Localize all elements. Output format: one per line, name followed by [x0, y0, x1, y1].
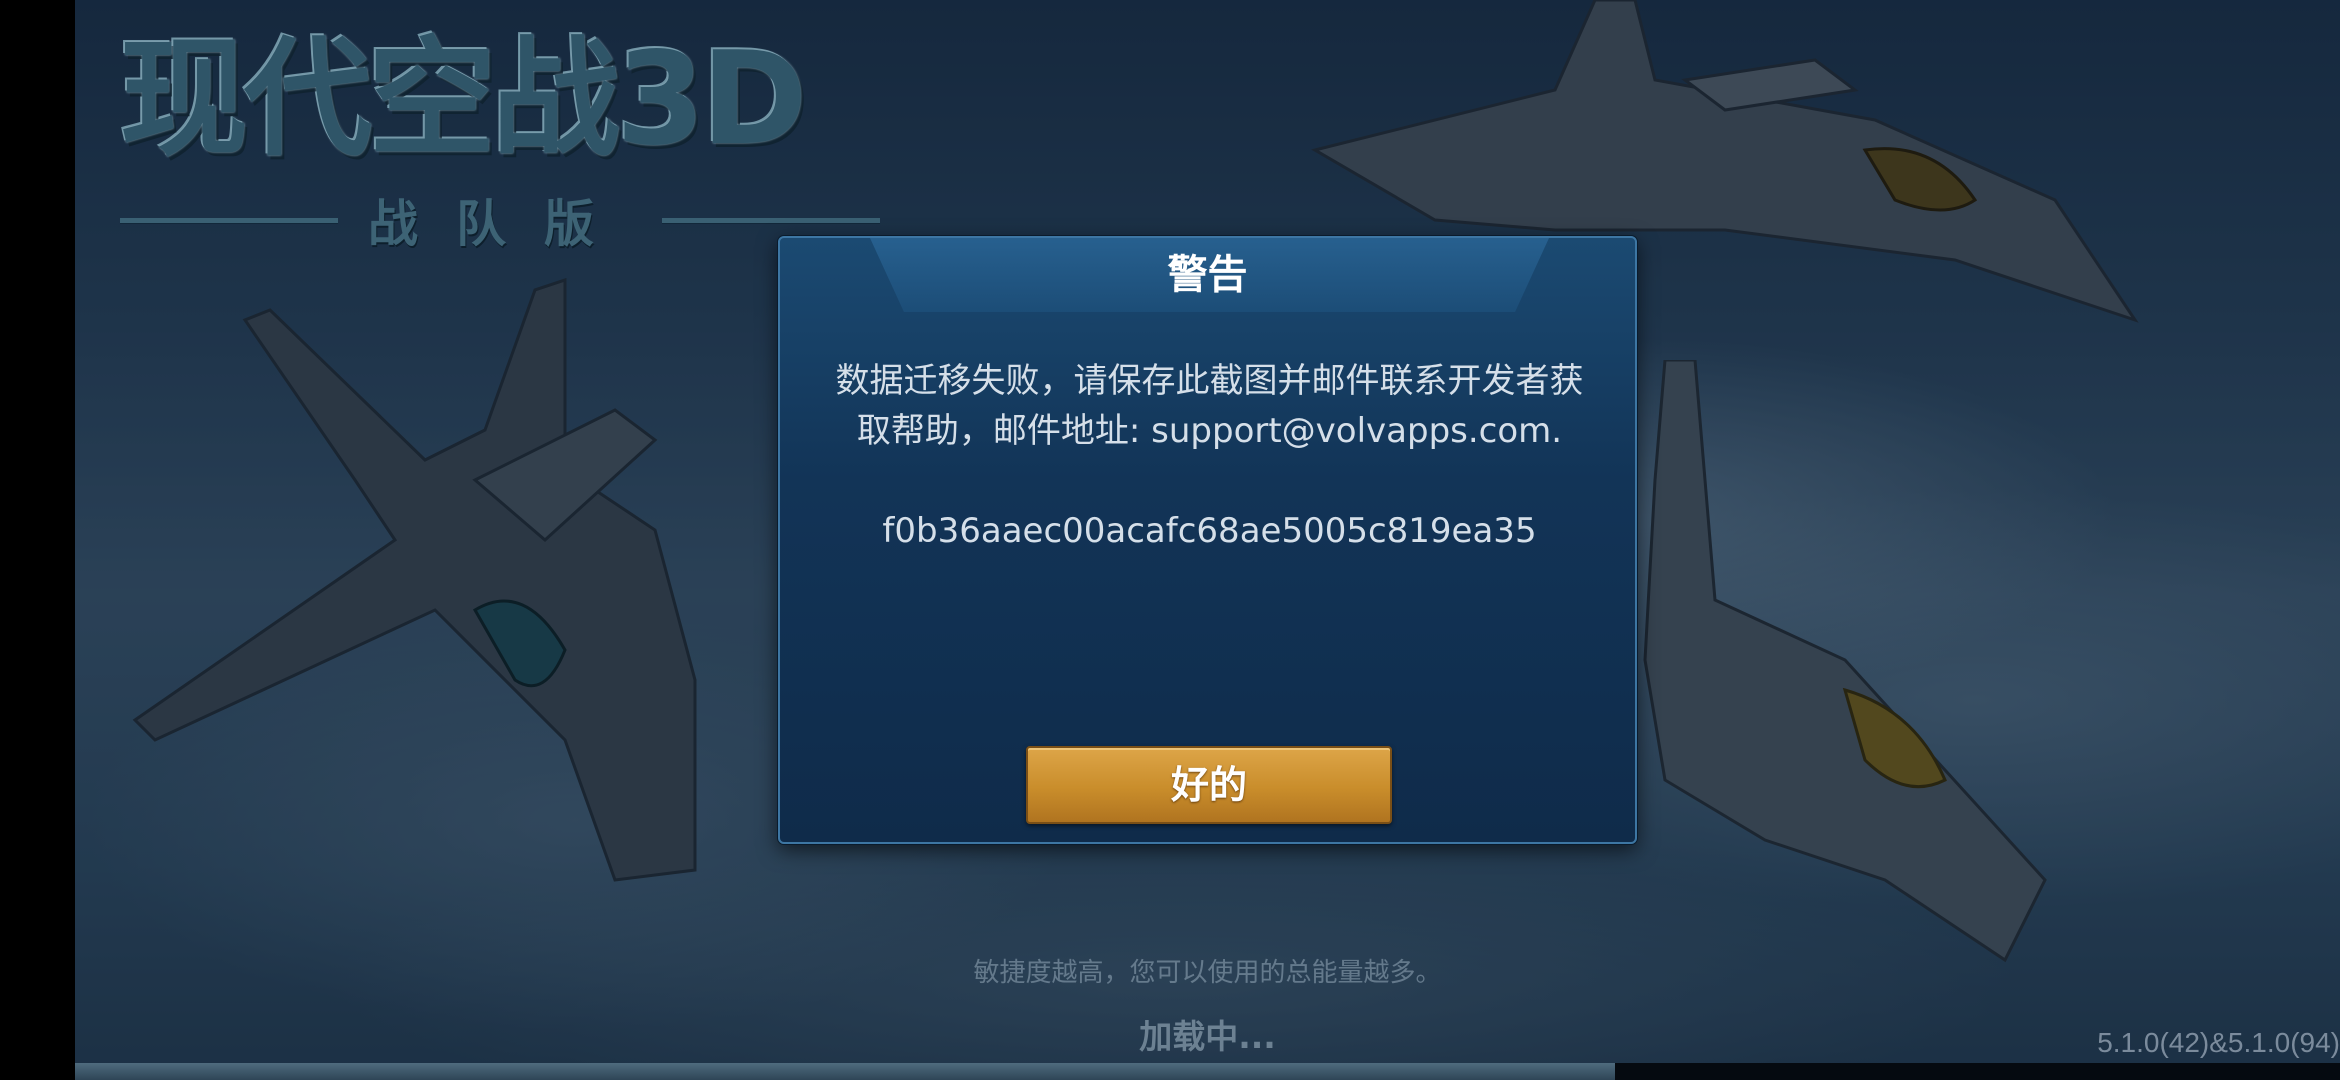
logo-divider-right — [662, 217, 880, 223]
ok-button[interactable]: 好的 — [1026, 746, 1392, 824]
loading-progress-bar — [75, 1063, 2340, 1080]
game-logo-subtitle-row: 战队版 — [120, 190, 880, 253]
warning-dialog: 警告 数据迁移失败，请保存此截图并邮件联系开发者获取帮助，邮件地址: suppo… — [778, 236, 1637, 844]
logo-divider-left — [120, 217, 338, 223]
game-logo-title: 现代空战3D — [120, 25, 807, 174]
screen-left-bezel — [0, 0, 75, 1080]
loading-progress-fill — [75, 1063, 1616, 1080]
dialog-message: 数据迁移失败，请保存此截图并邮件联系开发者获取帮助，邮件地址: support@… — [835, 361, 1584, 451]
loading-status-text: 加载中... — [1139, 1017, 1276, 1056]
error-code-text: f0b36aaec00acafc68ae5005c819ea35 — [882, 511, 1537, 551]
dialog-title: 警告 — [1167, 252, 1248, 298]
game-logo-subtitle: 战队版 — [368, 195, 632, 253]
version-label: 5.1.0(42)&5.1.0(94) — [2097, 1027, 2340, 1058]
game-logo: 现代空战3D 战队版 — [120, 25, 890, 253]
loading-tip-text: 敏捷度越高，您可以使用的总能量越多。 — [973, 958, 1442, 988]
